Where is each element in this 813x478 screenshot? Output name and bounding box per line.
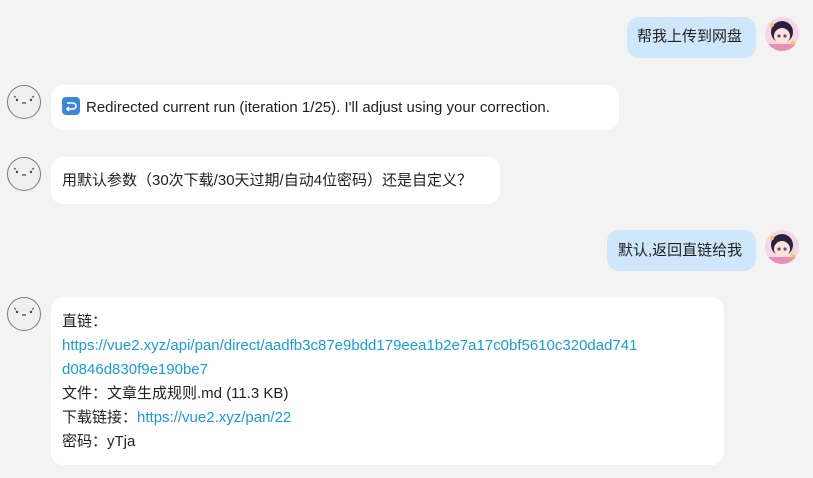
message-text: 用默认参数（30次下载/30天过期/自动4位密码）还是自定义？ xyxy=(62,172,473,189)
message-text: 默认,返回直链给我 xyxy=(618,242,743,259)
download-link-label: 下载链接： xyxy=(62,409,138,426)
user-avatar[interactable] xyxy=(765,230,799,264)
redirect-arrow-icon xyxy=(62,97,80,115)
bot-face-icon xyxy=(13,95,35,104)
bot-avatar[interactable] xyxy=(7,297,41,331)
user-avatar[interactable] xyxy=(765,17,799,51)
bot-avatar[interactable] xyxy=(7,85,41,119)
direct-link-url-line1[interactable]: https://vue2.xyz/api/pan/direct/aadfb3c8… xyxy=(62,334,724,358)
user-message-bubble: 默认,返回直链给我 xyxy=(607,230,756,271)
direct-link-label: 直链： xyxy=(62,313,108,330)
anime-avatar-icon xyxy=(765,17,799,51)
message-text: Redirected current run (iteration 1/25).… xyxy=(86,99,550,116)
file-value: 文章生成规则.md (11.3 KB) xyxy=(107,385,289,402)
bot-avatar[interactable] xyxy=(7,157,41,191)
bot-message-bubble: 直链： https://vue2.xyz/api/pan/direct/aadf… xyxy=(51,297,724,465)
bot-face-icon xyxy=(13,307,35,316)
user-message-bubble: 帮我上传到网盘 xyxy=(627,17,756,58)
bot-message-bubble: 用默认参数（30次下载/30天过期/自动4位密码）还是自定义？ xyxy=(51,157,500,204)
download-link-url[interactable]: https://vue2.xyz/pan/22 xyxy=(137,409,291,426)
bot-face-icon xyxy=(13,167,35,176)
password-value: yTja xyxy=(107,433,136,450)
password-label: 密码： xyxy=(62,433,108,450)
anime-avatar-icon xyxy=(765,230,799,264)
file-label: 文件： xyxy=(62,385,108,402)
direct-link-url-line2[interactable]: d0846d830f9e190be7 xyxy=(62,358,724,382)
message-text: 帮我上传到网盘 xyxy=(637,28,743,45)
bot-message-bubble: Redirected current run (iteration 1/25).… xyxy=(51,85,619,130)
